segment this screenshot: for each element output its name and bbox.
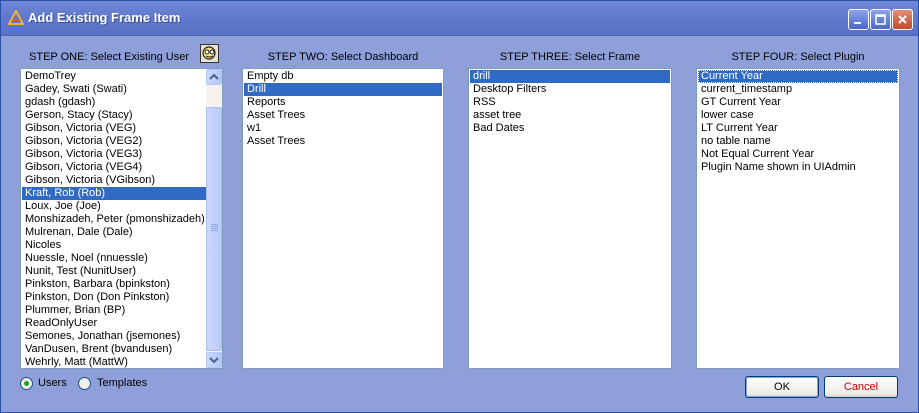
list-item[interactable]: ReadOnlyUser <box>22 317 221 330</box>
list-item[interactable]: Loux, Joe (Joe) <box>22 200 221 213</box>
dialog-window: Add Existing Frame Item STEP ONE: Select… <box>0 0 919 413</box>
minimize-button[interactable] <box>848 9 869 30</box>
ok-button[interactable]: OK <box>745 376 819 398</box>
user-listbox[interactable]: DemoTrey Gadey, Swati (Swati) gdash (gdash… <box>20 68 223 369</box>
list-item[interactable]: VanDusen, Brent (bvandusen) <box>22 343 221 356</box>
step-one-label: STEP ONE: Select Existing User <box>29 51 189 63</box>
list-item[interactable]: Gadey, Swati (Swati) <box>22 83 221 96</box>
list-item[interactable]: Semones, Jonathan (jsemones) <box>22 330 221 343</box>
list-item[interactable]: Nunit, Test (NunitUser) <box>22 265 221 278</box>
list-item[interactable]: Mulrenan, Dale (Dale) <box>22 226 221 239</box>
dashboard-list: Empty db Drill Reports Asset Trees w1 Asset T… <box>243 70 443 148</box>
list-item[interactable]: Nuessle, Noel (nnuessle) <box>22 252 221 265</box>
list-item[interactable]: Pinkston, Barbara (bpinkston) <box>22 278 221 291</box>
maximize-button[interactable] <box>870 9 891 30</box>
list-item[interactable]: gdash (gdash) <box>22 96 221 109</box>
list-item[interactable]: Desktop Filters <box>470 83 670 96</box>
scroll-thumb[interactable] <box>206 107 222 351</box>
chevron-down-icon <box>209 357 219 364</box>
frame-listbox[interactable]: drill Desktop Filters RSS asset tree Bad Dat… <box>468 68 672 369</box>
chevron-up-icon <box>209 73 219 80</box>
list-item[interactable]: Gibson, Victoria (VGibson) <box>22 174 221 187</box>
list-item[interactable]: no table name <box>698 135 898 148</box>
cancel-button[interactable]: Cancel <box>824 376 898 398</box>
user-list: DemoTrey Gadey, Swati (Swati) gdash (gdash… <box>21 70 222 368</box>
list-item[interactable]: LT Current Year <box>698 122 898 135</box>
app-icon <box>8 10 24 25</box>
list-item[interactable]: Plugin Name shown in UIAdmin <box>698 161 898 174</box>
close-button[interactable] <box>892 9 913 30</box>
list-item[interactable]: Gibson, Victoria (VEG4) <box>22 161 221 174</box>
list-item[interactable]: drill <box>470 70 670 83</box>
find-user-button[interactable] <box>200 44 219 63</box>
list-item[interactable]: Asset Trees <box>244 135 442 148</box>
list-item[interactable]: RSS <box>470 96 670 109</box>
list-item[interactable]: Empty db <box>244 70 442 83</box>
list-item[interactable]: DemoTrey <box>22 70 221 83</box>
minimize-icon <box>854 22 861 24</box>
templates-radio-label[interactable]: Templates <box>97 377 147 389</box>
list-item[interactable]: Kraft, Rob (Rob) <box>22 187 221 200</box>
list-item[interactable]: Gerson, Stacy (Stacy) <box>22 109 221 122</box>
list-item[interactable]: Reports <box>244 96 442 109</box>
window-title: Add Existing Frame Item <box>28 10 181 25</box>
templates-radio[interactable] <box>78 377 91 390</box>
user-list-scrollbar[interactable] <box>206 69 222 368</box>
list-item[interactable]: Bad Dates <box>470 122 670 135</box>
list-item[interactable]: lower case <box>698 109 898 122</box>
list-item[interactable]: GT Current Year <box>698 96 898 109</box>
list-item[interactable]: w1 <box>244 122 442 135</box>
step-two-label: STEP TWO: Select Dashboard <box>267 51 419 63</box>
scroll-down-button[interactable] <box>206 352 222 368</box>
scroll-up-button[interactable] <box>206 69 222 85</box>
close-icon <box>898 15 907 24</box>
frame-list: drill Desktop Filters RSS asset tree Bad Dat… <box>469 70 671 135</box>
plugin-listbox[interactable]: Current Year current_timestamp GT Current … <box>696 68 900 369</box>
maximize-icon <box>875 14 886 25</box>
list-item[interactable]: Nicoles <box>22 239 221 252</box>
list-item[interactable]: Not Equal Current Year <box>698 148 898 161</box>
dashboard-listbox[interactable]: Empty db Drill Reports Asset Trees w1 Asset T… <box>242 68 444 369</box>
list-item[interactable]: Gibson, Victoria (VEG) <box>22 122 221 135</box>
list-item[interactable]: Asset Trees <box>244 109 442 122</box>
title-bar[interactable]: Add Existing Frame Item <box>1 1 918 36</box>
step-four-label: STEP FOUR: Select Plugin <box>731 51 865 63</box>
plugin-list: Current Year current_timestamp GT Current … <box>697 70 899 174</box>
users-radio[interactable] <box>20 377 33 390</box>
list-item[interactable]: asset tree <box>470 109 670 122</box>
step-three-label: STEP THREE: Select Frame <box>499 51 641 63</box>
list-item[interactable]: Plummer, Brian (BP) <box>22 304 221 317</box>
list-item[interactable]: Current Year <box>698 70 898 83</box>
list-item[interactable]: current_timestamp <box>698 83 898 96</box>
find-user-icon <box>202 46 216 60</box>
list-item[interactable]: Gibson, Victoria (VEG2) <box>22 135 221 148</box>
users-radio-label[interactable]: Users <box>38 377 67 389</box>
list-item[interactable]: Monshizadeh, Peter (pmonshizadeh) <box>22 213 221 226</box>
list-item[interactable]: Drill <box>244 83 442 96</box>
list-item[interactable]: Gibson, Victoria (VEG3) <box>22 148 221 161</box>
list-item[interactable]: Wehrly, Matt (MattW) <box>22 356 221 368</box>
list-item[interactable]: Pinkston, Don (Don Pinkston) <box>22 291 221 304</box>
